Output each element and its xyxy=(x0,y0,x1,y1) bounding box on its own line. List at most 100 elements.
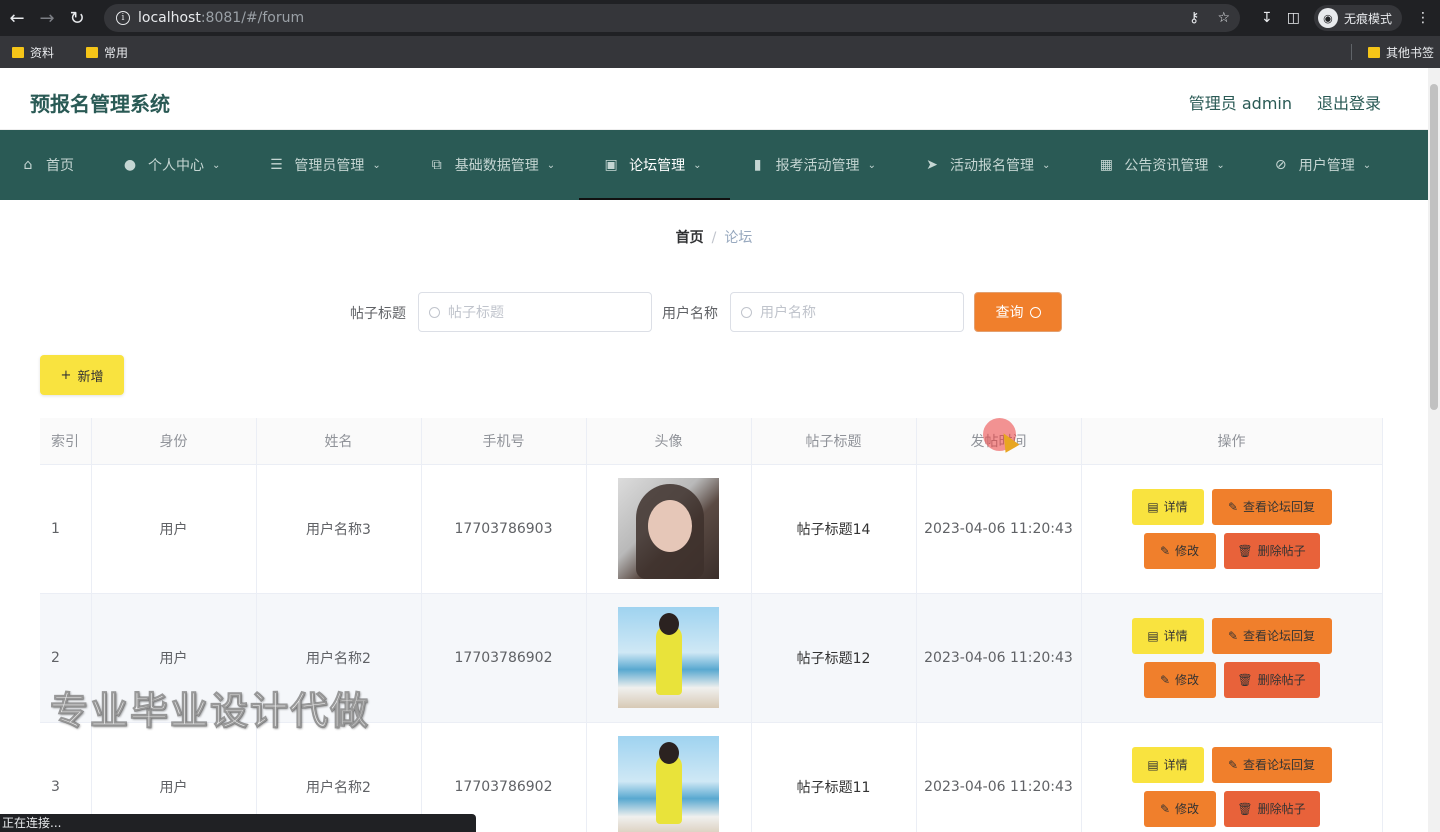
chevron-down-icon: ⌄ xyxy=(1362,159,1372,171)
detail-button-label: 详情 xyxy=(1163,500,1188,514)
edit-icon: ✎ xyxy=(1227,628,1239,643)
nav-label: 基础数据管理 xyxy=(454,158,539,174)
cell-avatar xyxy=(586,722,752,832)
delete-button[interactable]: 🗑 删除帖子 xyxy=(1223,790,1320,827)
bookmark-label: 其他书签 xyxy=(1385,45,1434,60)
forum-table: 索引 身份 姓名 手机号 头像 帖子标题 发帖时间 操作 1 用户 用户名称3 … xyxy=(40,418,1383,832)
nav-item-home[interactable]: ⌂ 首页 xyxy=(20,130,98,200)
edit-button[interactable]: ✎ 修改 xyxy=(1143,532,1216,569)
scroll-thumb[interactable] xyxy=(1430,84,1438,410)
cell-ops: ▤ 详情 ✎ 查看论坛回复 ✎ 修改 🗑 删除帖子 xyxy=(1081,722,1383,832)
incognito-badge[interactable]: ◉ 无痕模式 xyxy=(1313,5,1402,31)
delete-button[interactable]: 🗑 删除帖子 xyxy=(1223,661,1320,698)
avatar[interactable] xyxy=(618,478,719,579)
nav-item-forum[interactable]: ▣ 论坛管理 ⌄ xyxy=(579,130,730,200)
bookmark-label: 常用 xyxy=(104,45,129,60)
nav-item-admins[interactable]: ☰ 管理员管理 ⌄ xyxy=(268,130,404,200)
detail-button[interactable]: ▤ 详情 xyxy=(1131,617,1204,654)
nav-item-exam[interactable]: ▮ 报考活动管理 ⌄ xyxy=(750,130,900,200)
forward-icon[interactable]: → xyxy=(34,5,60,31)
view-replies-label: 查看论坛回复 xyxy=(1243,500,1316,514)
nav-label: 报考活动管理 xyxy=(775,158,860,174)
view-replies-button[interactable]: ✎ 查看论坛回复 xyxy=(1211,746,1332,783)
breadcrumb-separator: / xyxy=(711,230,717,246)
logout-link[interactable]: 退出登录 xyxy=(1317,90,1381,114)
title-search-placeholder: 帖子标题 xyxy=(448,305,504,321)
page-scrollbar[interactable] xyxy=(1428,68,1440,832)
chevron-down-icon: ⌄ xyxy=(1216,159,1225,171)
home-icon: ⌂ xyxy=(23,157,33,173)
grid-icon: ▦ xyxy=(1099,157,1113,173)
reload-icon[interactable]: ↻ xyxy=(64,5,90,31)
divider xyxy=(1351,44,1352,60)
edit-button[interactable]: ✎ 修改 xyxy=(1143,790,1216,827)
app-title: 预报名管理系统 xyxy=(30,92,170,116)
nav-item-profile[interactable]: ● 个人中心 ⌄ xyxy=(122,130,244,200)
table-row: 1 用户 用户名称3 17703786903 帖子标题14 2023-04-06… xyxy=(40,464,1383,594)
copy-icon: ⧉ xyxy=(431,157,442,173)
nav-item-news[interactable]: ▦ 公告资讯管理 ⌄ xyxy=(1098,130,1248,200)
detail-button[interactable]: ▤ 详情 xyxy=(1131,746,1204,783)
menu-icon[interactable]: ⋮ xyxy=(1416,10,1430,26)
edit-button[interactable]: ✎ 修改 xyxy=(1143,661,1216,698)
nav-item-users[interactable]: ⊘ 用户管理 ⌄ xyxy=(1273,130,1395,200)
star-icon[interactable]: ☆ xyxy=(1217,10,1230,26)
trash-icon: 🗑 xyxy=(1237,543,1253,558)
column-header: 身份 xyxy=(91,418,257,465)
bookmark-folder[interactable]: 常用 xyxy=(86,44,128,61)
folder-icon xyxy=(1367,46,1380,58)
nav-item-signup[interactable]: ➤ 活动报名管理 ⌄ xyxy=(924,130,1074,200)
other-bookmarks[interactable]: 其他书签 xyxy=(1367,36,1434,68)
delete-button[interactable]: 🗑 删除帖子 xyxy=(1223,532,1320,569)
delete-button-label: 删除帖子 xyxy=(1257,673,1306,687)
document-icon: ▤ xyxy=(1147,628,1159,643)
add-button[interactable]: + 新增 xyxy=(40,355,124,395)
table-header-row: 索引 身份 姓名 手机号 头像 帖子标题 发帖时间 操作 xyxy=(40,418,1383,465)
book-icon: ▣ xyxy=(604,157,618,173)
send-icon: ➤ xyxy=(926,157,938,173)
column-header: 姓名 xyxy=(256,418,422,465)
search-icon xyxy=(429,306,440,318)
info-icon[interactable]: i xyxy=(116,11,130,25)
bookmark-folder[interactable]: 资料 xyxy=(12,44,54,61)
nav-item-basedata[interactable]: ⧉ 基础数据管理 ⌄ xyxy=(429,130,579,200)
mic-icon: ▮ xyxy=(753,157,762,173)
user-search-placeholder: 用户名称 xyxy=(760,305,816,321)
bell-off-icon: ⊘ xyxy=(1274,157,1287,173)
user-search-input[interactable]: 用户名称 xyxy=(730,292,964,332)
column-header: 帖子标题 xyxy=(751,418,917,465)
view-replies-button[interactable]: ✎ 查看论坛回复 xyxy=(1211,488,1332,525)
cell-ops: ▤ 详情 ✎ 查看论坛回复 ✎ 修改 🗑 删除帖子 xyxy=(1081,593,1383,723)
download-icon[interactable]: ↧ xyxy=(1261,10,1273,26)
view-replies-button[interactable]: ✎ 查看论坛回复 xyxy=(1211,617,1332,654)
chevron-down-icon: ⌄ xyxy=(372,159,381,171)
column-header: 操作 xyxy=(1081,418,1383,465)
back-icon[interactable]: ← xyxy=(4,5,30,31)
cell-index: 1 xyxy=(40,464,92,594)
search-button[interactable]: 查询 xyxy=(974,292,1062,332)
nav-label: 管理员管理 xyxy=(294,158,365,174)
key-icon[interactable]: ⚷ xyxy=(1189,10,1199,26)
address-bar[interactable]: i localhost:8081/#/forum ⚷ ☆ xyxy=(104,4,1240,32)
nav-label: 活动报名管理 xyxy=(949,158,1034,174)
cell-avatar xyxy=(586,464,752,594)
edit-button-label: 修改 xyxy=(1175,802,1200,816)
avatar[interactable] xyxy=(618,736,719,832)
detail-button[interactable]: ▤ 详情 xyxy=(1131,488,1204,525)
cell-time: 2023-04-06 11:20:43 xyxy=(916,593,1082,723)
browser-status-bar: 正在连接... xyxy=(0,814,476,832)
delete-button-label: 删除帖子 xyxy=(1257,544,1306,558)
sidepanel-icon[interactable]: ◫ xyxy=(1287,10,1300,26)
cell-ops: ▤ 详情 ✎ 查看论坛回复 ✎ 修改 🗑 删除帖子 xyxy=(1081,464,1383,594)
edit-icon: ✎ xyxy=(1227,499,1239,514)
nav-label: 用户管理 xyxy=(1298,158,1355,174)
nav-label: 论坛管理 xyxy=(629,158,686,174)
title-search-input[interactable]: 帖子标题 xyxy=(418,292,652,332)
nav-label: 个人中心 xyxy=(148,158,204,174)
avatar[interactable] xyxy=(618,607,719,708)
search-icon xyxy=(1029,306,1041,318)
chevron-down-icon: ⌄ xyxy=(693,159,702,171)
user-icon: ● xyxy=(123,157,137,173)
delete-button-label: 删除帖子 xyxy=(1257,802,1306,816)
breadcrumb-home[interactable]: 首页 xyxy=(676,230,704,246)
